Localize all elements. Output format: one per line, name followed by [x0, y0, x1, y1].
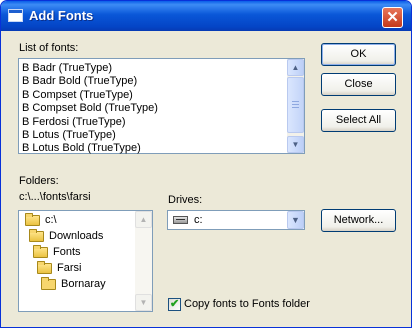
window-title: Add Fonts: [29, 8, 94, 23]
folder-tree[interactable]: c:\ Downloads Fonts Farsi Bornaray ▲ ▼: [18, 210, 153, 312]
chevron-down-icon[interactable]: ▼: [287, 211, 304, 229]
select-all-button[interactable]: Select All: [321, 109, 396, 132]
folder-icon: [33, 245, 48, 258]
selected-drive: c:: [194, 214, 203, 226]
window-icon: [8, 9, 23, 22]
checkmark-icon: ✔: [170, 298, 180, 310]
copy-fonts-checkbox[interactable]: ✔: [168, 298, 181, 311]
drives-select[interactable]: c: ▼: [167, 210, 305, 230]
scroll-down-icon[interactable]: ▼: [287, 136, 304, 153]
title-bar[interactable]: Add Fonts ✕: [1, 1, 411, 31]
folder-tree-scrollbar[interactable]: ▲ ▼: [135, 211, 152, 311]
folder-icon: [29, 229, 44, 242]
network-button[interactable]: Network...: [321, 209, 396, 232]
font-list-item[interactable]: B Badr (TrueType): [21, 62, 286, 75]
folders-label: Folders:: [19, 175, 59, 187]
copy-fonts-label[interactable]: Copy fonts to Fonts folder: [184, 298, 310, 310]
font-list-item[interactable]: B Lotus (TrueType): [21, 129, 286, 142]
close-window-button[interactable]: ✕: [382, 7, 403, 28]
font-list-item[interactable]: B Lotus Bold (TrueType): [21, 142, 286, 155]
hard-drive-icon: [173, 216, 188, 224]
add-fonts-dialog: Add Fonts ✕ List of fonts: B Badr (TrueT…: [0, 0, 412, 328]
font-list-item[interactable]: B Compset (TrueType): [21, 89, 286, 102]
drives-label: Drives:: [168, 194, 203, 206]
font-list-item[interactable]: B Compset Bold (TrueType): [21, 102, 286, 115]
scroll-thumb[interactable]: [287, 77, 304, 133]
close-button[interactable]: Close: [321, 73, 396, 96]
font-list[interactable]: B Badr (TrueType) B Badr Bold (TrueType)…: [18, 58, 305, 154]
ok-button[interactable]: OK: [321, 43, 396, 66]
folder-icon: [37, 261, 52, 274]
scroll-up-icon[interactable]: ▲: [287, 59, 304, 76]
folder-icon: [25, 213, 40, 226]
folder-icon: [41, 277, 56, 290]
current-folder-path: c:\...\fonts\farsi: [19, 191, 91, 203]
scroll-down-icon[interactable]: ▼: [135, 294, 152, 311]
font-list-item[interactable]: B Ferdosi (TrueType): [21, 116, 286, 129]
font-list-item[interactable]: B Badr Bold (TrueType): [21, 75, 286, 88]
font-list-label: List of fonts:: [19, 42, 79, 54]
font-list-scrollbar[interactable]: ▲ ▼: [287, 59, 304, 153]
scroll-up-icon[interactable]: ▲: [135, 211, 152, 228]
